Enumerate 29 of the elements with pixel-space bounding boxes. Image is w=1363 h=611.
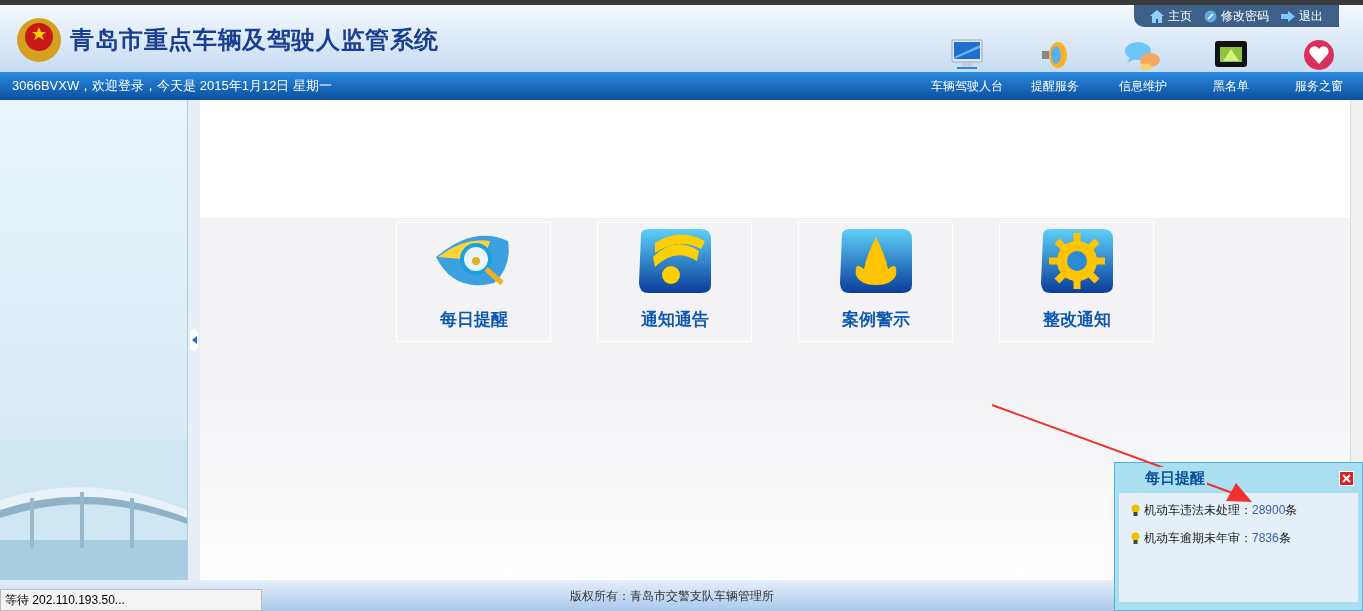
top-link[interactable]: 修改密码 xyxy=(1204,7,1269,25)
reminder-item[interactable]: 机动车逾期未年审：7836条 xyxy=(1144,529,1291,547)
monitor-icon xyxy=(950,39,984,71)
nav-link[interactable]: 服务之窗 xyxy=(1275,77,1363,95)
close-button[interactable] xyxy=(1339,470,1354,486)
feature-tile[interactable]: 整改通知 xyxy=(999,222,1154,342)
nav-link[interactable]: 提醒服务 xyxy=(1011,77,1099,95)
feature-tile[interactable]: 每日提醒 xyxy=(396,222,551,342)
system-title: 青岛市重点车辆及驾驶人监管系统 xyxy=(70,25,439,55)
picture-frame-icon xyxy=(1214,39,1248,69)
collapse-handle[interactable] xyxy=(190,329,198,351)
lightbulb-icon xyxy=(1131,503,1140,517)
home-icon xyxy=(1150,9,1164,23)
feature-tile[interactable]: 通知通告 xyxy=(597,222,752,342)
reminder-item[interactable]: 机动车违法未处理：28900条 xyxy=(1144,501,1298,519)
nav-link[interactable]: 信息维护 xyxy=(1099,77,1187,95)
chat-bubbles-icon xyxy=(1124,39,1162,71)
police-emblem-icon xyxy=(16,17,62,63)
top-link[interactable]: 主页 xyxy=(1150,7,1192,25)
top-link[interactable]: 退出 xyxy=(1281,7,1323,25)
welcome-text: 3066BVXW，欢迎登录，今天是 2015年1月12日 星期一 xyxy=(11,77,333,96)
copyright-text: 版权所有：青岛市交警支队车辆管理所 xyxy=(570,587,774,605)
arrow-icon xyxy=(1281,10,1295,22)
globe-icon xyxy=(1204,9,1217,23)
lightbulb-icon xyxy=(1131,531,1140,545)
nav-link[interactable]: 黑名单 xyxy=(1187,77,1275,95)
nav-link[interactable]: 车辆驾驶人台 xyxy=(923,77,1011,95)
feature-tile[interactable]: 案例警示 xyxy=(798,222,953,342)
status-bar: 等待 202.110.193.50... xyxy=(0,589,262,611)
